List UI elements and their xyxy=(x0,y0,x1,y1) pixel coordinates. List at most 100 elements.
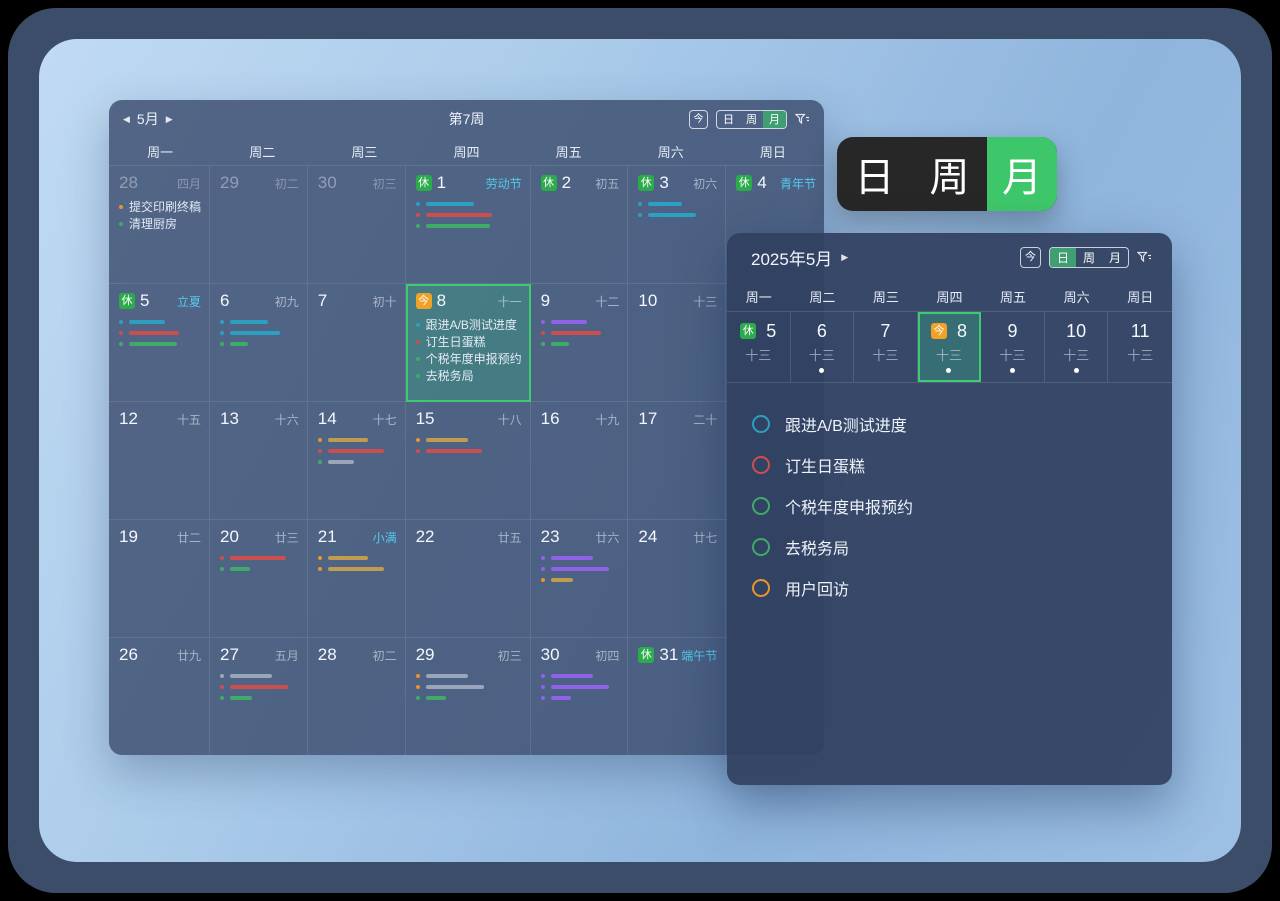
month-day-cell[interactable]: 10十三 xyxy=(628,284,726,402)
task-item[interactable]: 用户回访 xyxy=(752,567,1148,608)
week-day-cell[interactable]: 9十三 xyxy=(981,312,1045,382)
today-button[interactable]: 今 xyxy=(1020,247,1041,268)
event-item[interactable] xyxy=(416,445,522,456)
view-option-month[interactable]: 月 xyxy=(763,111,786,128)
event-item[interactable] xyxy=(416,209,522,220)
event-item[interactable] xyxy=(119,316,201,327)
month-day-cell[interactable]: 28四月提交印刷终稿清理厨房 xyxy=(109,166,210,284)
month-day-cell[interactable]: 13十六 xyxy=(210,402,308,520)
event-item[interactable] xyxy=(541,338,620,349)
month-day-cell[interactable]: 26廿九 xyxy=(109,638,210,755)
month-day-cell[interactable]: 6初九 xyxy=(210,284,308,402)
month-day-cell[interactable]: 20廿三 xyxy=(210,520,308,638)
task-item[interactable]: 订生日蛋糕 xyxy=(752,444,1148,485)
view-option-month[interactable]: 月 xyxy=(1102,248,1128,267)
event-item[interactable] xyxy=(416,681,522,692)
month-day-cell[interactable]: 今8十一跟进A/B测试进度订生日蛋糕个税年度申报预约去税务局 xyxy=(406,284,531,402)
event-item[interactable] xyxy=(119,327,201,338)
event-item[interactable] xyxy=(638,198,717,209)
event-item[interactable] xyxy=(541,563,620,574)
month-day-cell[interactable]: 24廿七 xyxy=(628,520,726,638)
event-item[interactable] xyxy=(416,220,522,231)
task-item[interactable]: 去税务局 xyxy=(752,526,1148,567)
filter-icon[interactable] xyxy=(1137,251,1152,264)
event-item[interactable] xyxy=(220,563,299,574)
view-option-day[interactable]: 日 xyxy=(1050,248,1076,267)
week-day-cell[interactable]: 今8十三 xyxy=(918,312,982,382)
week-day-cell[interactable]: 7十三 xyxy=(854,312,918,382)
month-day-cell[interactable]: 14十七 xyxy=(308,402,406,520)
view-option-day[interactable]: 日 xyxy=(717,111,740,128)
week-day-cell[interactable]: 11十三 xyxy=(1108,312,1172,382)
month-day-cell[interactable]: 27五月 xyxy=(210,638,308,755)
event-item[interactable] xyxy=(318,563,397,574)
event-item[interactable] xyxy=(220,316,299,327)
event-item[interactable] xyxy=(318,456,397,467)
event-item[interactable] xyxy=(220,670,299,681)
view-option-week[interactable]: 周 xyxy=(740,111,763,128)
week-day-cell[interactable]: 6十三 xyxy=(791,312,855,382)
event-item[interactable] xyxy=(416,434,522,445)
event-item[interactable]: 清理厨房 xyxy=(119,215,201,232)
week-day-cell[interactable]: 休5十三 xyxy=(727,312,791,382)
task-checkbox[interactable] xyxy=(752,497,770,515)
month-day-cell[interactable]: 17二十 xyxy=(628,402,726,520)
big-toggle-option-day[interactable]: 日 xyxy=(837,137,912,211)
event-item[interactable] xyxy=(220,692,299,703)
month-day-cell[interactable]: 23廿六 xyxy=(531,520,629,638)
event-item[interactable] xyxy=(318,552,397,563)
event-item[interactable]: 提交印刷终稿 xyxy=(119,198,201,215)
event-item[interactable] xyxy=(541,692,620,703)
today-button[interactable]: 今 xyxy=(689,110,708,129)
month-day-cell[interactable]: 休2初五 xyxy=(531,166,629,284)
big-toggle-option-month[interactable]: 月 xyxy=(987,137,1057,211)
event-item[interactable] xyxy=(638,209,717,220)
event-item[interactable] xyxy=(220,338,299,349)
month-day-cell[interactable]: 28初二 xyxy=(308,638,406,755)
event-item[interactable] xyxy=(541,574,620,585)
month-day-cell[interactable]: 休3初六 xyxy=(628,166,726,284)
event-item[interactable]: 订生日蛋糕 xyxy=(416,333,522,350)
event-item[interactable] xyxy=(119,338,201,349)
event-item[interactable] xyxy=(220,327,299,338)
week-day-cell[interactable]: 10十三 xyxy=(1045,312,1109,382)
month-day-cell[interactable]: 休31端午节 xyxy=(628,638,726,755)
month-day-cell[interactable]: 休1劳动节 xyxy=(406,166,531,284)
event-item[interactable] xyxy=(220,552,299,563)
event-item[interactable] xyxy=(541,552,620,563)
month-day-cell[interactable]: 12十五 xyxy=(109,402,210,520)
task-checkbox[interactable] xyxy=(752,415,770,433)
view-option-week[interactable]: 周 xyxy=(1076,248,1102,267)
month-day-cell[interactable]: 30初三 xyxy=(308,166,406,284)
event-item[interactable]: 个税年度申报预约 xyxy=(416,350,522,367)
filter-icon[interactable] xyxy=(795,113,810,126)
event-item[interactable] xyxy=(416,198,522,209)
task-item[interactable]: 跟进A/B测试进度 xyxy=(752,403,1148,444)
month-day-cell[interactable]: 21小满 xyxy=(308,520,406,638)
month-day-cell[interactable]: 30初四 xyxy=(531,638,629,755)
month-day-cell[interactable]: 休5立夏 xyxy=(109,284,210,402)
month-day-cell[interactable]: 29初二 xyxy=(210,166,308,284)
month-day-cell[interactable]: 22廿五 xyxy=(406,520,531,638)
task-checkbox[interactable] xyxy=(752,456,770,474)
event-item[interactable] xyxy=(416,692,522,703)
month-day-cell[interactable]: 19廿二 xyxy=(109,520,210,638)
event-item[interactable] xyxy=(318,434,397,445)
month-day-cell[interactable]: 16十九 xyxy=(531,402,629,520)
task-checkbox[interactable] xyxy=(752,538,770,556)
big-toggle-option-week[interactable]: 周 xyxy=(912,137,987,211)
next-week-arrow[interactable]: ▶ xyxy=(841,252,848,263)
event-item[interactable]: 跟进A/B测试进度 xyxy=(416,316,522,333)
event-item[interactable] xyxy=(541,670,620,681)
task-item[interactable]: 个税年度申报预约 xyxy=(752,485,1148,526)
event-item[interactable]: 去税务局 xyxy=(416,367,522,384)
event-item[interactable] xyxy=(318,445,397,456)
month-day-cell[interactable]: 29初三 xyxy=(406,638,531,755)
event-item[interactable] xyxy=(541,327,620,338)
month-day-cell[interactable]: 9十二 xyxy=(531,284,629,402)
event-item[interactable] xyxy=(541,316,620,327)
event-item[interactable] xyxy=(416,670,522,681)
event-item[interactable] xyxy=(541,681,620,692)
event-item[interactable] xyxy=(220,681,299,692)
month-day-cell[interactable]: 7初十 xyxy=(308,284,406,402)
